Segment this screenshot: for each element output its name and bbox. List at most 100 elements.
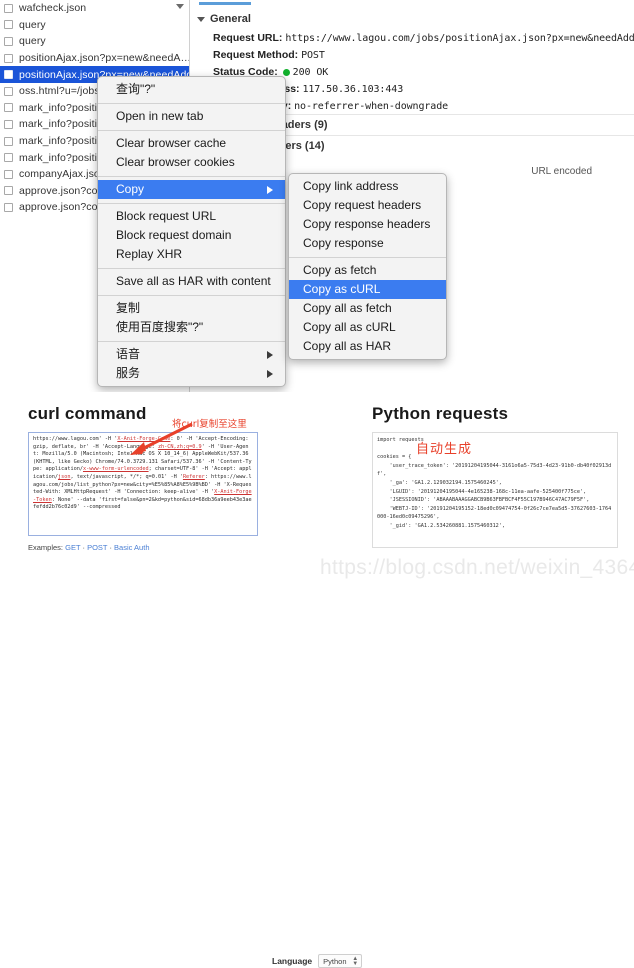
menu-item-label: Block request URL [116,209,217,223]
request-name: approve.json?con [19,184,104,197]
devtools-network-panel: wafcheck.json query query positionAjax.json… [0,0,634,392]
menu-separator [98,175,285,177]
submenu-item-copy-request-headers[interactable]: Copy request headers [289,196,446,215]
detail-tabstrip[interactable] [191,0,634,6]
submenu-item-copy-as-fetch[interactable]: Copy as fetch [289,261,446,280]
watermark: https://blog.csdn.net/weixin_43649691 [320,556,634,579]
menu-separator [98,102,285,104]
checkbox-icon[interactable] [4,3,13,13]
menu-item-save-all-as-har-with-content[interactable]: Save all as HAR with content [98,272,285,291]
submenu-item-copy-response-headers[interactable]: Copy response headers [289,215,446,234]
request-name: mark_info?position [19,118,109,131]
menu-item-clear-browser-cache[interactable]: Clear browser cache [98,134,285,153]
request-name: mark_info?position [19,135,109,148]
submenu-item-copy-all-as-har[interactable]: Copy all as HAR [289,337,446,356]
checkbox-icon[interactable] [4,20,13,30]
python-annotation-text: 自动生成 [416,442,473,457]
checkbox-icon[interactable] [4,86,13,96]
submenu-item-copy-link-address[interactable]: Copy link address [289,177,446,196]
checkbox-icon[interactable] [4,103,13,113]
chevron-down-icon[interactable] [176,4,184,9]
triangle-down-icon [197,16,205,22]
menu-item-[interactable]: 语音 [98,345,285,364]
header-field-value: no-referrer-when-downgrade [294,100,449,112]
example-get-link[interactable]: GET [65,543,80,552]
checkbox-icon[interactable] [4,202,13,212]
header-field-key: Request URL: [213,31,286,44]
menu-item-clear-browser-cookies[interactable]: Clear browser cookies [98,153,285,172]
menu-item-[interactable]: 服务 [98,364,285,383]
request-list-item[interactable]: query [0,33,189,50]
submenu-item-copy-as-curl[interactable]: Copy as cURL [289,280,446,299]
submenu-item-copy-all-as-curl[interactable]: Copy all as cURL [289,318,446,337]
chevron-right-icon [267,185,273,194]
request-name: oss.html?u=/jobs/ [19,85,103,98]
request-name: mark_info?position [19,151,109,164]
header-field-value: 117.50.36.103:443 [302,83,404,95]
menu-item-[interactable]: 复制 [98,299,285,318]
menu-item-[interactable]: 使用百度搜索"?" [98,318,285,337]
request-list-item[interactable]: positionAjax.json?px=new&needA… [0,50,189,67]
checkbox-icon[interactable] [4,36,13,46]
request-list-item[interactable]: wafcheck.json [0,0,189,17]
chevron-right-icon [267,369,273,378]
checkbox-icon[interactable] [4,153,13,163]
examples-label: Examples: [28,543,64,552]
menu-item-label: Copy as cURL [303,282,381,296]
menu-item-label: Copy request headers [303,198,422,212]
header-field-row: Request Method: POST [191,46,634,63]
request-name: wafcheck.json [19,2,87,15]
request-name: query [19,35,46,48]
menu-item-label: Replay XHR [116,247,183,261]
menu-separator [98,267,285,269]
checkbox-icon[interactable] [4,70,13,80]
menu-item-label: Save all as HAR with content [116,274,271,288]
menu-item-label: 使用百度搜索"?" [116,320,204,334]
status-ok-dot-icon [282,68,290,76]
menu-item-label: Copy all as fetch [303,301,392,315]
tab-headers-indicator [199,2,251,5]
menu-item-label: Copy [116,182,145,196]
checkbox-icon[interactable] [4,186,13,196]
menu-item-label: 查询"?" [116,82,156,96]
red-arrow-icon [130,422,193,455]
context-menu[interactable]: 查询"?" Open in new tab Clear browser cache C… [97,76,286,387]
menu-item-block-request-domain[interactable]: Block request domain [98,226,285,245]
menu-item-label: Copy as fetch [303,263,377,277]
general-section-label: General [210,13,251,25]
menu-separator [289,256,446,258]
stepper-icon: ▲ ▼ [352,956,359,967]
checkbox-icon[interactable] [4,169,13,179]
language-value: Python [323,956,347,966]
checkbox-icon[interactable] [4,53,13,63]
menu-separator [98,294,285,296]
general-section-header[interactable]: General [191,10,634,29]
python-panel-title: Python requests [372,404,509,423]
menu-item-label: Clear browser cache [116,136,227,150]
language-label: Language [272,956,313,966]
submenu-item-copy-all-as-fetch[interactable]: Copy all as fetch [289,299,446,318]
menu-item-label: 语音 [116,347,141,361]
request-list-item[interactable]: query [0,17,189,34]
example-post-link[interactable]: POST [87,543,107,552]
example-basic-auth-link[interactable]: Basic Auth [114,543,149,552]
menu-item-replay-xhr[interactable]: Replay XHR [98,245,285,264]
python-requests-panel: Python requests import requests cookies … [372,404,618,548]
submenu-item-copy-response[interactable]: Copy response [289,234,446,253]
checkbox-icon[interactable] [4,119,13,129]
language-selector-row[interactable]: Language Python ▲ ▼ [272,954,363,968]
menu-item-block-request-url[interactable]: Block request URL [98,207,285,226]
menu-item-label: Copy response [303,236,384,250]
menu-item-label: Open in new tab [116,109,204,123]
language-select[interactable]: Python ▲ ▼ [318,954,363,968]
context-submenu-copy[interactable]: Copy link address Copy request headers Cop… [288,173,447,360]
checkbox-icon[interactable] [4,136,13,146]
menu-separator [98,202,285,204]
menu-item-label: Copy link address [303,179,399,193]
menu-item-[interactable]: 查询"?" [98,80,285,99]
menu-item-copy[interactable]: Copy [98,180,285,199]
menu-item-open-in-new-tab[interactable]: Open in new tab [98,107,285,126]
request-name: positionAjax.json?px=new&needA… [19,52,189,65]
view-url-encoded-toggle[interactable]: URL encoded [531,166,592,177]
menu-item-label: Copy all as cURL [303,320,396,334]
